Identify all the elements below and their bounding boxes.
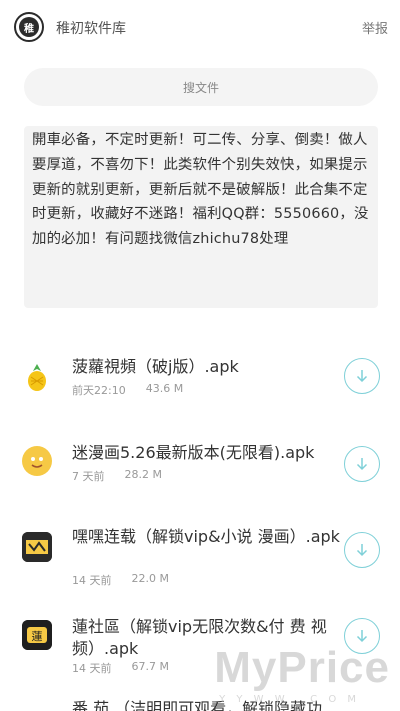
watermark-logo: MyPrice [214,643,390,692]
file-time: 7 天前 [72,470,105,483]
download-arrow-icon [356,458,368,471]
file-size: 43.6 M [145,382,184,395]
download-button[interactable] [344,358,380,394]
search-placeholder: 搜文件 [182,80,219,95]
file-meta: 7 天前 28.2 M [72,468,162,484]
app-header: 稚 稚初软件库 举报 [0,0,400,54]
report-button[interactable]: 举报 [362,18,388,37]
file-size: 28.2 M [124,468,162,481]
file-time: 14 天前 [72,662,112,675]
file-time: 前天22:10 [72,384,126,397]
app-logo: 稚 [14,12,44,42]
file-list-item[interactable]: 菠蘿視頻（破j版）.apk 前天22:10 43.6 M [0,340,400,420]
file-meta: 14 天前 67.7 M [72,660,169,676]
app-title: 稚初软件库 [56,21,126,37]
file-list-item[interactable]: 迷漫画5.26最新版本(无限看).apk 7 天前 28.2 M [0,428,400,508]
file-meta: 前天22:10 43.6 M [72,382,183,398]
cartoon-face-icon [22,446,52,476]
download-arrow-icon [356,544,368,557]
search-input[interactable]: 搜文件 [24,68,378,106]
file-time: 14 天前 [72,574,112,587]
download-arrow-icon [356,630,368,643]
notice-text: 開車必备，不定时更新！可二传、分享、倒卖！做人要厚道，不喜勿下！此类软件个别失效… [32,132,369,248]
file-list-item[interactable]: 嘿嘿连载（解锁vip&小说 漫画）.apk 14 天前 22.0 M [0,520,400,600]
file-name[interactable]: 嘿嘿连载（解锁vip&小说 漫画）.apk [72,526,344,548]
logo-mark: 稚 [19,17,39,37]
file-name[interactable]: 迷漫画5.26最新版本(无限看).apk [72,442,344,464]
download-arrow-icon [356,370,368,383]
watermark-subtext: Y Y W W . C O M [219,694,360,705]
pineapple-icon [22,362,52,392]
download-button[interactable] [344,446,380,482]
file-size: 22.0 M [131,572,169,585]
notice-box: 開車必备，不定时更新！可二传、分享、倒卖！做人要厚道，不喜勿下！此类软件个别失效… [24,126,378,308]
file-size: 67.7 M [131,660,169,673]
download-button[interactable] [344,532,380,568]
svg-text:蓮: 蓮 [32,629,43,643]
comic-cover-icon [22,532,52,562]
file-name[interactable]: 菠蘿視頻（破j版）.apk [72,356,344,378]
lotus-community-icon: 蓮 [22,620,52,650]
file-meta: 14 天前 22.0 M [72,572,169,588]
